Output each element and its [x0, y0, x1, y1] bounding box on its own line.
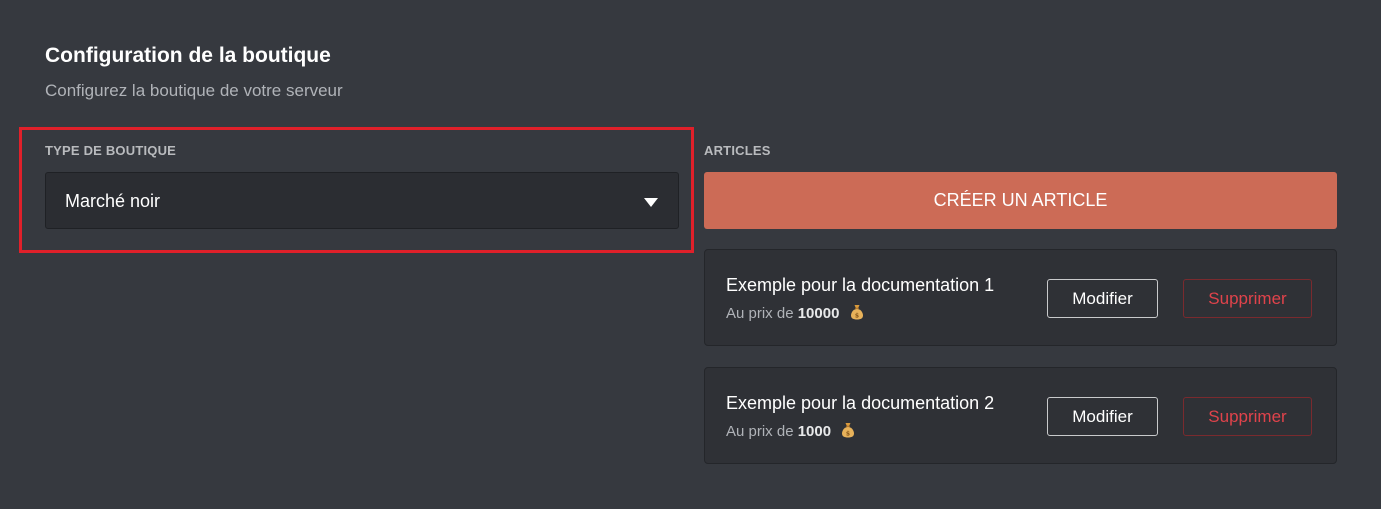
edit-button[interactable]: Modifier: [1047, 397, 1158, 436]
money-bag-icon: $: [850, 304, 864, 320]
money-bag-icon: $: [841, 422, 855, 438]
svg-text:$: $: [855, 312, 859, 319]
page-subtitle: Configurez la boutique de votre serveur: [45, 81, 343, 100]
caret-down-icon: [644, 198, 658, 207]
price-value: 1000: [797, 423, 832, 440]
shop-type-select[interactable]: Marché noir: [45, 172, 679, 229]
delete-button[interactable]: Supprimer: [1183, 279, 1312, 318]
article-name: Exemple pour la documentation 2: [726, 393, 995, 413]
article-card: Exemple pour la documentation 2 Au prix …: [704, 367, 1337, 464]
price-prefix: Au prix de: [726, 305, 794, 322]
price-prefix: Au prix de: [726, 423, 794, 440]
price-value: 10000: [797, 305, 840, 322]
article-name: Exemple pour la documentation 1: [726, 275, 995, 295]
create-article-button[interactable]: CRÉER UN ARTICLE: [704, 172, 1337, 229]
delete-button[interactable]: Supprimer: [1183, 397, 1312, 436]
page-title: Configuration de la boutique: [45, 44, 331, 67]
article-price: Au prix de 10000 $: [726, 304, 864, 322]
article-card: Exemple pour la documentation 1 Au prix …: [704, 249, 1337, 346]
edit-button[interactable]: Modifier: [1047, 279, 1158, 318]
shop-type-selected-value: Marché noir: [65, 191, 161, 211]
svg-text:$: $: [846, 430, 850, 437]
articles-label: ARTICLES: [704, 143, 771, 158]
shop-type-label: TYPE DE BOUTIQUE: [45, 143, 177, 158]
article-price: Au prix de 1000 $: [726, 422, 855, 440]
